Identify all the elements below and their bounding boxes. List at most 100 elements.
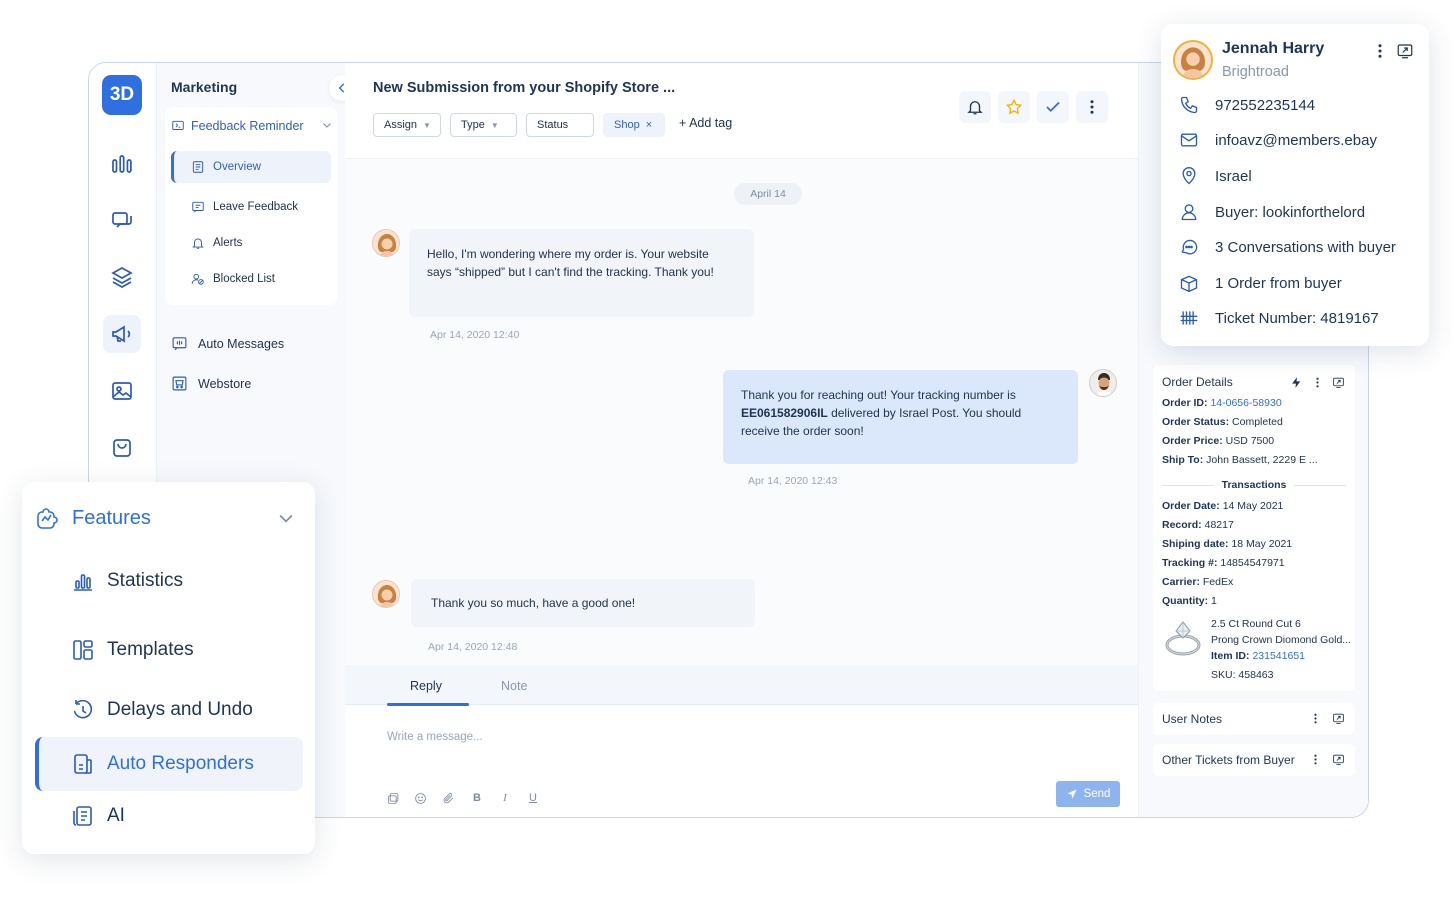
tab-reply[interactable]: Reply (410, 679, 442, 693)
sidebar-item-label: Auto Messages (198, 336, 285, 351)
overview-icon (192, 161, 204, 173)
kebab-menu-icon[interactable] (1309, 753, 1322, 766)
features-card: Features Statistics Templates Delays and… (22, 482, 315, 854)
feature-item-ai[interactable]: AI (35, 789, 303, 843)
contact-email: infoavz@members.ebay (1215, 131, 1377, 149)
notifications-button[interactable] (959, 91, 991, 123)
reply-composer: Reply Note B I U Send (345, 665, 1138, 817)
features-icon (37, 508, 58, 529)
add-tag-button[interactable]: + Add tag (679, 116, 732, 130)
chat-bubble-icon (1181, 239, 1198, 255)
phone-icon (1180, 96, 1198, 114)
section-title: Marketing (171, 79, 238, 95)
tab-note[interactable]: Note (501, 679, 527, 693)
item-id-row: Item ID: 231541651 (1211, 650, 1305, 662)
sidebar-item-overview[interactable]: Overview (171, 151, 331, 183)
shopping-bag-icon[interactable] (103, 429, 141, 467)
sidebar-item-alerts[interactable]: Alerts (171, 227, 331, 259)
conversation-title: New Submission from your Shopify Store .… (373, 80, 676, 96)
megaphone-icon[interactable] (103, 315, 141, 353)
sidebar-item-webstore[interactable]: Webstore (171, 375, 251, 392)
feedback-icon (192, 201, 204, 213)
chevron-down-icon (321, 119, 333, 134)
feedback-reminder-toggle[interactable]: Feedback Reminder (171, 119, 331, 133)
order-id-link[interactable]: 14-0656-58930 (1210, 397, 1281, 409)
contact-menu-button[interactable] (1371, 42, 1389, 65)
feedback-reminder-label: Feedback Reminder (191, 119, 304, 133)
agent-avatar (1089, 369, 1117, 397)
resolve-button[interactable] (1037, 91, 1069, 123)
item-id-link[interactable]: 231541651 (1252, 650, 1305, 662)
bold-icon[interactable]: B (470, 791, 484, 805)
feature-item-delays-and-undo[interactable]: Delays and Undo (35, 683, 303, 737)
sidebar-item-auto-messages[interactable]: Auto Messages (171, 335, 284, 352)
layers-icon[interactable] (103, 258, 141, 296)
contact-conversations-row[interactable]: 3 Conversations with buyer (1179, 235, 1396, 259)
underline-icon[interactable]: U (526, 791, 540, 805)
contact-location: Israel (1215, 167, 1252, 185)
star-icon (1005, 98, 1023, 115)
assign-dropdown[interactable]: Assign ▼ (373, 113, 441, 137)
star-button[interactable] (998, 91, 1030, 123)
feature-item-templates[interactable]: Templates (35, 623, 303, 677)
other-tickets-card[interactable]: Other Tickets from Buyer (1153, 744, 1355, 776)
contact-email-row[interactable]: infoavz@members.ebay (1179, 128, 1377, 152)
emoji-icon[interactable] (413, 791, 427, 805)
sidebar-item-blocked-list[interactable]: Blocked List (171, 263, 331, 295)
italic-icon[interactable]: I (498, 791, 512, 805)
feedback-reminder-icon (172, 120, 184, 130)
type-dropdown[interactable]: Type ▼ (450, 113, 517, 137)
webstore-icon (172, 376, 187, 391)
chevron-down-icon: ▼ (423, 120, 431, 130)
close-icon[interactable]: × (646, 119, 652, 131)
pin-window-icon[interactable] (1332, 376, 1345, 389)
message-input[interactable] (387, 727, 1087, 747)
pin-window-button[interactable] (1396, 42, 1414, 65)
attachment-icon[interactable] (441, 791, 455, 805)
contact-orders-row[interactable]: 1 Order from buyer (1179, 271, 1342, 295)
tag-shop[interactable]: Shop × (603, 113, 665, 137)
assign-label: Assign (384, 119, 418, 131)
user-icon (1181, 204, 1197, 221)
sidebar-item-label: Leave Feedback (213, 201, 299, 213)
logo[interactable]: 3D (102, 75, 142, 115)
status-dropdown[interactable]: Status (526, 113, 594, 137)
contact-company: Brightroad (1222, 64, 1289, 80)
pin-window-icon[interactable] (1332, 712, 1345, 725)
product-title[interactable]: 2.5 Ct Round Cut 6 (1211, 618, 1301, 630)
sidebar-item-leave-feedback[interactable]: Leave Feedback (171, 191, 331, 223)
features-toggle[interactable]: Features (34, 504, 151, 532)
user-notes-card[interactable]: User Notes (1153, 703, 1355, 735)
lightning-icon[interactable] (1290, 376, 1303, 389)
contact-buyer: Buyer: lookinforthelord (1215, 203, 1366, 221)
record-row: Record: 48217 (1162, 519, 1234, 531)
sidebar-item-label: Overview (213, 161, 261, 173)
tracking-number: EE061582906IL (741, 406, 828, 420)
template-icon[interactable] (386, 791, 400, 805)
message-timestamp: Apr 14, 2020 12:40 (430, 329, 520, 341)
order-id-row: Order ID: 14-0656-58930 (1162, 397, 1282, 409)
pin-window-icon (1397, 44, 1413, 59)
kebab-menu-icon[interactable] (1309, 712, 1322, 725)
pin-window-icon[interactable] (1332, 753, 1345, 766)
composer-tabs: Reply Note (345, 665, 1138, 706)
kebab-menu-icon[interactable] (1311, 376, 1324, 389)
chat-icon[interactable] (103, 201, 141, 239)
more-options-button[interactable] (1076, 91, 1108, 123)
transactions-divider: Transactions (1162, 479, 1346, 491)
auto-responder-icon (74, 754, 92, 774)
sku-row: SKU: 458463 (1211, 669, 1274, 681)
feature-item-statistics[interactable]: Statistics (35, 554, 303, 608)
send-button[interactable]: Send (1056, 781, 1120, 807)
product-image (1165, 621, 1201, 656)
sidebar-item-label: Webstore (198, 376, 252, 391)
chevron-down-icon[interactable] (276, 508, 296, 533)
contact-phone-row[interactable]: 972552235144 (1179, 93, 1315, 117)
image-icon[interactable] (103, 372, 141, 410)
box-icon (1180, 275, 1198, 293)
templates-icon (73, 640, 93, 660)
stats-icon[interactable] (103, 145, 141, 183)
feature-item-auto-responders[interactable]: Auto Responders (35, 737, 303, 791)
contact-card: Jennah Harry Brightroad 972552235144 inf… (1161, 24, 1429, 346)
sidebar-item-label: Alerts (213, 237, 243, 249)
